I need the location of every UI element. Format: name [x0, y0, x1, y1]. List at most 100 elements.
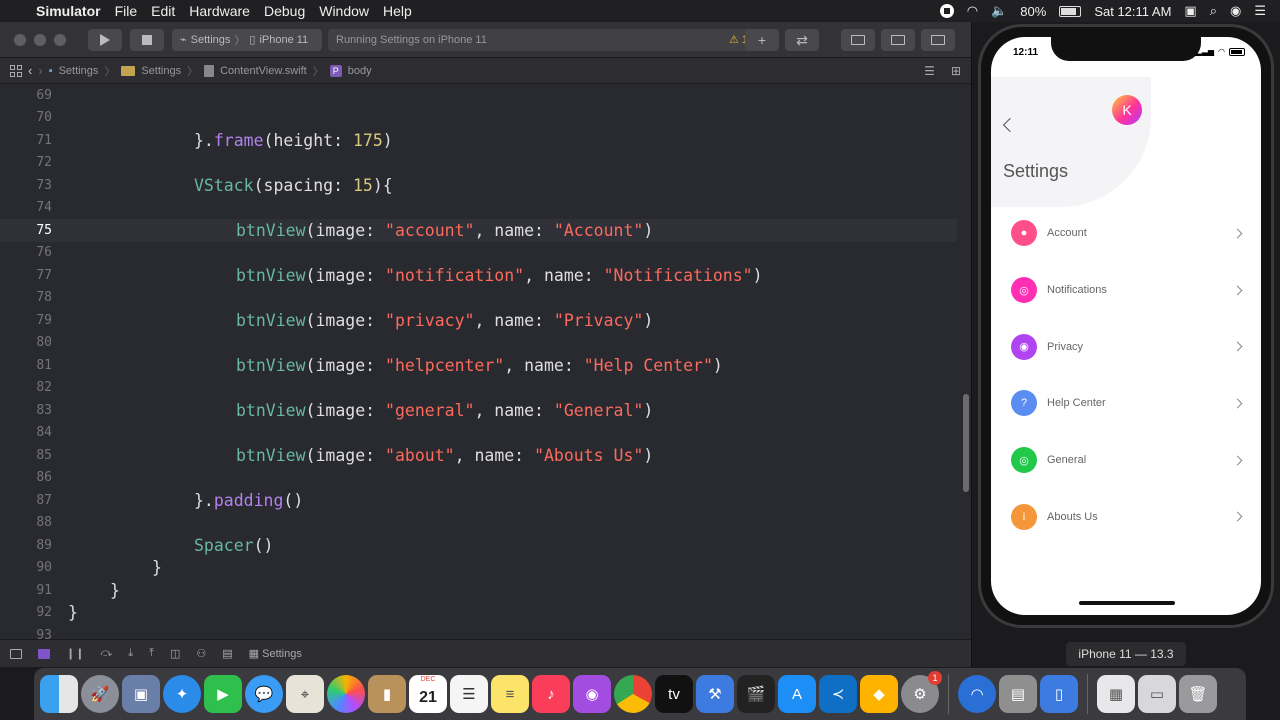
final-cut-icon[interactable]: 🎬	[737, 675, 775, 713]
menu-item-help-center[interactable]: ? Help Center	[1011, 375, 1247, 432]
menu-item-notifications[interactable]: ◎ Notifications	[1011, 262, 1247, 319]
activity-status[interactable]: Running Settings on iPhone 11 ⚠ 1	[328, 28, 756, 51]
maps-icon[interactable]: ⌖	[286, 675, 324, 713]
editor-options-icon[interactable]: ☰	[924, 64, 935, 78]
app-icon: ▦	[248, 648, 260, 660]
menu-item-label: General	[1047, 454, 1087, 467]
debug-target[interactable]: ▦ Settings	[249, 647, 302, 660]
downloads-stack-icon[interactable]: ▦	[1097, 675, 1135, 713]
trash-icon[interactable]: 🗑	[1179, 675, 1217, 713]
step-out-icon[interactable]: ⤒	[149, 647, 154, 660]
related-items-icon[interactable]	[10, 64, 22, 77]
menu-hardware[interactable]: Hardware	[189, 3, 250, 19]
menu-file[interactable]: File	[115, 3, 138, 19]
archive-utility-icon[interactable]: ▤	[999, 675, 1037, 713]
close-window-button[interactable]	[14, 33, 26, 46]
xcode-icon[interactable]: ⚒	[696, 675, 734, 713]
volume-icon[interactable]: 🔈	[991, 3, 1007, 19]
menu-edit[interactable]: Edit	[151, 3, 175, 19]
breakpoints-icon[interactable]	[38, 648, 50, 659]
finder-icon[interactable]	[40, 675, 78, 713]
music-icon[interactable]: ♪	[532, 675, 570, 713]
facetime-icon[interactable]: ▶	[204, 675, 242, 713]
menu-item-general[interactable]: ◎ General	[1011, 432, 1247, 489]
chrome-icon[interactable]	[614, 675, 652, 713]
pause-icon[interactable]: ❙❙	[66, 647, 84, 660]
display-icon[interactable]: ▣	[1184, 3, 1196, 19]
step-into-icon[interactable]: ⤓	[128, 647, 133, 660]
crumb-file[interactable]: ContentView.swift	[220, 65, 307, 77]
photos-icon[interactable]	[327, 675, 365, 713]
menu-item-privacy[interactable]: ◉ Privacy	[1011, 318, 1247, 375]
back-chevron-icon[interactable]: ‹	[28, 63, 32, 78]
step-over-icon[interactable]: ⤼	[100, 647, 112, 660]
clock[interactable]: Sat 12:11 AM	[1094, 4, 1171, 19]
add-editor-icon[interactable]: ⊞	[951, 64, 961, 78]
minimize-window-button[interactable]	[34, 33, 46, 46]
memory-graph-icon[interactable]: ⚇	[196, 647, 206, 660]
crumb-project[interactable]: Settings	[59, 65, 99, 77]
launchpad-icon[interactable]: 🚀	[81, 675, 119, 713]
battery-icon[interactable]	[1059, 5, 1082, 17]
notes-icon[interactable]: ≡	[491, 675, 529, 713]
menu-app-name[interactable]: Simulator	[36, 3, 101, 19]
crumb-symbol[interactable]: body	[348, 65, 372, 77]
environment-overrides-icon[interactable]: ▤	[222, 647, 232, 660]
wifi-icon[interactable]: ◠	[967, 3, 978, 19]
hide-debug-area-icon[interactable]	[10, 648, 22, 659]
menu-item-account[interactable]: ● Account	[1011, 205, 1247, 262]
view-hierarchy-icon[interactable]: ◫	[170, 647, 180, 660]
phone-notch	[1051, 37, 1201, 61]
dock-separator	[1087, 674, 1088, 714]
crumb-group[interactable]: Settings	[141, 65, 181, 77]
settings-title: Settings	[1003, 161, 1069, 181]
home-indicator[interactable]	[1079, 601, 1175, 605]
library-button[interactable]: +	[745, 29, 779, 51]
menu-debug[interactable]: Debug	[264, 3, 305, 19]
apple-tv-icon[interactable]: tv	[655, 675, 693, 713]
scheme-selector[interactable]: ⌁ Settings 〉 ▯ iPhone 11	[172, 28, 322, 51]
sketch-icon[interactable]: ◆	[860, 675, 898, 713]
preview-icon[interactable]: ▣	[122, 675, 160, 713]
xcode-toolbar: ⌁ Settings 〉 ▯ iPhone 11 Running Setting…	[0, 22, 971, 58]
run-button[interactable]	[88, 28, 122, 51]
folder-icon	[121, 65, 136, 76]
line-number: 77	[36, 267, 52, 283]
siri-icon[interactable]: ◉	[1230, 3, 1241, 19]
line-number: 70	[36, 110, 52, 126]
forward-chevron-icon[interactable]: ›	[38, 63, 42, 78]
menu-item-about[interactable]: i Abouts Us	[1011, 488, 1247, 545]
profile-avatar[interactable]: K	[1112, 95, 1142, 125]
line-number: 76	[36, 245, 52, 261]
reminders-icon[interactable]: ☰	[450, 675, 488, 713]
contacts-icon[interactable]: ▮	[368, 675, 406, 713]
control-center-icon[interactable]: ☰	[1254, 3, 1266, 19]
line-number: 88	[36, 515, 52, 531]
inspector-toggle-button[interactable]	[921, 29, 955, 51]
screen-record-icon[interactable]	[939, 4, 954, 18]
app-store-icon[interactable]: A	[778, 675, 816, 713]
navigator-toggle-button[interactable]	[841, 29, 875, 51]
screenshot-stack-icon[interactable]: ▭	[1138, 675, 1176, 713]
zoom-window-button[interactable]	[54, 33, 66, 46]
code-review-button[interactable]: ⇄	[785, 29, 819, 51]
code-line: 87 }.padding()	[0, 489, 957, 512]
messages-icon[interactable]: 💬	[245, 675, 283, 713]
simulator-icon[interactable]: ▯	[1040, 675, 1078, 713]
code-text: btnView(image: "about", name: "Abouts Us…	[236, 445, 654, 465]
podcasts-icon[interactable]: ◉	[573, 675, 611, 713]
system-preferences-icon[interactable]: ⚙ 1	[901, 671, 942, 713]
window-controls	[14, 33, 66, 46]
menu-help[interactable]: Help	[383, 3, 412, 19]
vscode-icon[interactable]: ≺	[819, 675, 857, 713]
editor-scrollbar[interactable]	[963, 394, 969, 492]
safari-icon[interactable]: ✦	[163, 675, 201, 713]
debug-area-toggle-button[interactable]	[881, 29, 915, 51]
calendar-icon[interactable]: DEC 21	[409, 675, 447, 713]
spotlight-icon[interactable]: ⌕	[1210, 3, 1217, 19]
edge-icon[interactable]: ◠	[958, 675, 996, 713]
code-editor[interactable]: 69 70 71 }.frame(height: 175) 72 73 VSta…	[0, 84, 957, 639]
phone-screen[interactable]: 12:11 ▂▃▅ ◠ K Settings ● Account ◎ Notif…	[991, 37, 1261, 615]
menu-window[interactable]: Window	[319, 3, 369, 19]
stop-button[interactable]	[130, 28, 164, 51]
